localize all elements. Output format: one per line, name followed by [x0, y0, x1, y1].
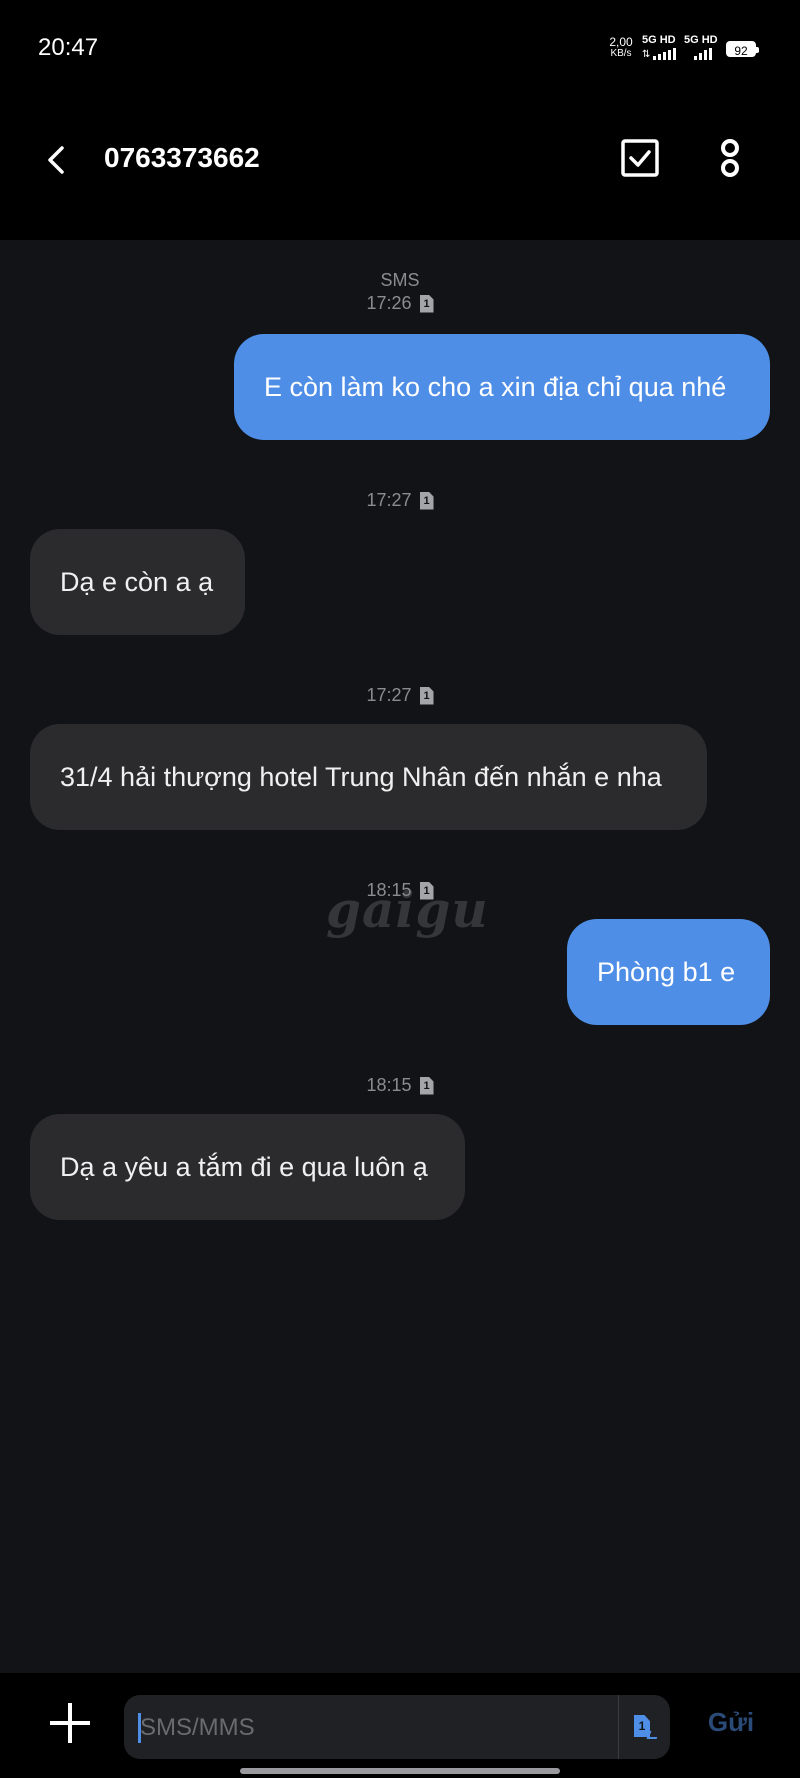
- message-time: 17:27: [366, 490, 412, 510]
- sim-card-icon: 1: [419, 294, 434, 313]
- sim2-network-label: 5G HD: [684, 34, 718, 46]
- back-icon[interactable]: [40, 140, 74, 180]
- data-arrows-icon: ⇅: [642, 49, 651, 60]
- battery-icon: 92: [726, 41, 759, 58]
- composer-bar: 1 Gửi: [0, 1673, 800, 1778]
- status-bar: 20:47 2,00 KB/s 5G HD ⇅ 5G HD 92: [0, 0, 800, 100]
- home-indicator[interactable]: [240, 1768, 560, 1774]
- network-speed-value: 2,00: [609, 35, 633, 49]
- contact-title[interactable]: 0763373662: [104, 142, 260, 174]
- message-list[interactable]: SMS 17:26 1 E còn làm ko cho a xin địa ch…: [0, 240, 800, 1672]
- sim-card-icon: 1: [419, 686, 434, 705]
- message-bubble-outgoing[interactable]: E còn làm ko cho a xin địa chỉ qua nhé: [234, 334, 770, 440]
- add-attachment-icon[interactable]: [48, 1701, 92, 1745]
- checkbox-icon[interactable]: [620, 138, 660, 178]
- message-bubble-incoming[interactable]: Dạ a yêu a tắm đi e qua luôn ạ: [30, 1114, 465, 1220]
- sim2-signal: 5G HD: [684, 34, 718, 60]
- send-button[interactable]: Gửi: [690, 1707, 772, 1738]
- message-input[interactable]: [138, 1695, 622, 1761]
- channel-label: SMS: [380, 270, 420, 290]
- message-input-container[interactable]: 1: [124, 1695, 670, 1761]
- signal-bars-icon: ⇅: [642, 48, 677, 60]
- message-meta: SMS 17:26 1: [0, 270, 800, 314]
- message-meta: 18:15 1: [0, 1075, 800, 1096]
- network-speed-unit: KB/s: [610, 48, 632, 59]
- message-bubble-incoming[interactable]: Dạ e còn a ạ: [30, 529, 245, 635]
- network-speed: 2,00 KB/s: [604, 36, 638, 60]
- input-divider: [618, 1695, 619, 1759]
- message-bubble-outgoing[interactable]: Phòng b1 e: [567, 919, 770, 1025]
- message-meta: 17:27 1: [0, 685, 800, 706]
- sim-card-icon: 1: [419, 491, 434, 510]
- message-time: 18:15: [366, 1075, 412, 1095]
- watermark-logo: gaigu: [326, 880, 489, 939]
- message-meta: 17:27 1: [0, 490, 800, 511]
- signal-bars-icon: [684, 48, 718, 60]
- sim-select-indicator-icon: [646, 1731, 660, 1739]
- message-time: 17:27: [366, 685, 412, 705]
- sim1-network-label: 5G HD: [642, 34, 676, 46]
- message-bubble-incoming[interactable]: 31/4 hải thượng hotel Trung Nhân đến nhắ…: [30, 724, 707, 830]
- status-time: 20:47: [38, 34, 99, 61]
- sim1-signal: 5G HD ⇅: [642, 34, 677, 60]
- sim-card-icon: 1: [419, 1076, 434, 1095]
- conversation-header: 0763373662: [0, 100, 800, 240]
- more-vertical-icon[interactable]: [712, 136, 748, 184]
- message-time: 17:26: [366, 293, 412, 313]
